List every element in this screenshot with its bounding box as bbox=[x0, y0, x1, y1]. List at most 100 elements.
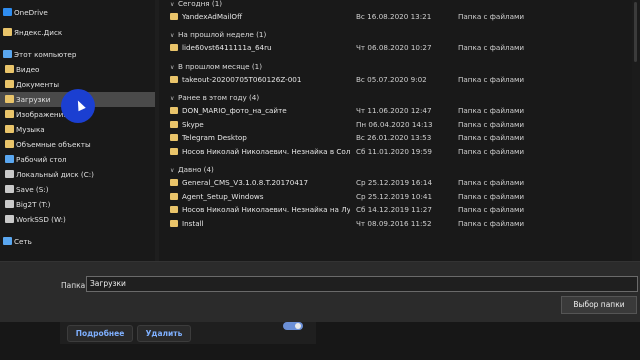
file-row[interactable]: Skype Пн 06.04.2020 14:13 Папка с файлами bbox=[160, 118, 630, 131]
sidebar-item[interactable]: Видео bbox=[0, 62, 155, 77]
network-icon bbox=[3, 237, 12, 245]
file-list-scrollbar[interactable] bbox=[632, 0, 640, 262]
video-folder-icon bbox=[5, 65, 14, 73]
sidebar-item-label: Изображения bbox=[16, 110, 68, 119]
file-name: lide60vst6411111a_64ru bbox=[182, 43, 272, 52]
file-row[interactable]: lide60vst6411111a_64ru Чт 06.08.2020 10:2… bbox=[160, 41, 630, 54]
file-name: Носов Николай Николаевич. Незнайка в Сол… bbox=[182, 146, 350, 156]
group-title: Давно (4) bbox=[178, 165, 214, 174]
file-type: Папка с файлами bbox=[458, 178, 525, 187]
sidebar-item[interactable]: Big2T (T:) bbox=[0, 197, 155, 212]
file-name: takeout-20200705T060126Z-001 bbox=[182, 75, 302, 84]
file-name: YandexAdMailOff bbox=[182, 12, 243, 21]
file-type: Папка с файлами bbox=[458, 133, 525, 142]
file-date: Сб 11.01.2020 19:59 bbox=[356, 146, 432, 156]
sidebar-item-label: Видео bbox=[16, 65, 40, 74]
folder-icon bbox=[170, 76, 178, 83]
navigation-scrollbar[interactable] bbox=[155, 0, 159, 262]
folder-icon bbox=[170, 206, 178, 213]
file-date: Чт 06.08.2020 10:27 bbox=[356, 43, 432, 52]
file-name: Skype bbox=[182, 119, 204, 129]
sidebar-item-label: Этот компьютер bbox=[14, 50, 77, 59]
sidebar-item-label: WorkSSD (W:) bbox=[16, 215, 66, 224]
toggle-knob bbox=[295, 323, 301, 329]
drive-icon bbox=[5, 200, 14, 208]
file-name: Install bbox=[182, 218, 204, 228]
sidebar-item[interactable]: Рабочий стол bbox=[0, 152, 155, 167]
desktop-folder-icon bbox=[5, 155, 14, 163]
file-date: Вс 16.08.2020 13:21 bbox=[356, 12, 432, 21]
dialog-footer: Папка: Загрузки Выбор папки bbox=[0, 262, 640, 322]
navigation-pane: OneDrive Яндекс.Диск Этот компьютер Видео До… bbox=[0, 0, 155, 262]
folder-icon bbox=[3, 28, 12, 36]
file-type: Папка с файлами bbox=[458, 43, 525, 52]
file-type: Папка с файлами bbox=[458, 119, 525, 129]
delete-button[interactable]: Удалить bbox=[137, 325, 191, 342]
sidebar-item[interactable]: WorkSSD (W:) bbox=[0, 212, 155, 227]
file-type: Папка с файлами bbox=[458, 75, 525, 84]
sidebar-item-label: Яндекс.Диск bbox=[14, 28, 63, 37]
file-list: ∨ Сегодня (1) YandexAdMailOff Вс 16.08.2020… bbox=[160, 0, 630, 262]
folder-icon bbox=[170, 120, 178, 128]
onedrive-icon bbox=[3, 8, 12, 16]
select-folder-button[interactable]: Выбор папки bbox=[561, 296, 637, 314]
3d-objects-folder-icon bbox=[5, 140, 14, 148]
file-row[interactable]: Носов Николай Николаевич. Незнайка на Лу… bbox=[160, 203, 630, 216]
group-title: На прошлой неделе (1) bbox=[178, 30, 267, 39]
file-name: DON_MARIO_фото_на_сайте bbox=[182, 106, 287, 115]
sidebar-item[interactable]: OneDrive bbox=[0, 5, 155, 20]
file-type: Папка с файлами bbox=[458, 146, 525, 156]
computer-icon bbox=[3, 50, 12, 58]
music-folder-icon bbox=[5, 125, 14, 133]
file-type: Папка с файлами bbox=[458, 12, 525, 21]
background-panel: Подробнее Удалить bbox=[60, 322, 316, 344]
background-app: Подробнее Удалить bbox=[0, 322, 640, 360]
folder-icon bbox=[170, 192, 178, 200]
folder-icon bbox=[170, 219, 178, 227]
sidebar-item-label: Сеть bbox=[14, 237, 32, 246]
group-title: В прошлом месяце (1) bbox=[178, 62, 263, 71]
sidebar-item-label: Big2T (T:) bbox=[16, 200, 51, 209]
group-title: Ранее в этом году (4) bbox=[178, 93, 260, 102]
folder-label: Папка: bbox=[61, 281, 88, 290]
file-row[interactable]: takeout-20200705T060126Z-001 Вс 05.07.202… bbox=[160, 73, 630, 86]
scrollbar-thumb[interactable] bbox=[634, 2, 637, 62]
more-button[interactable]: Подробнее bbox=[67, 325, 133, 342]
group-title: Сегодня (1) bbox=[178, 0, 223, 8]
sidebar-item[interactable]: Объемные объекты bbox=[0, 137, 155, 152]
sidebar-item-label: Локальный диск (C:) bbox=[16, 170, 94, 179]
file-row[interactable]: General_CMS_V3.1.0.8.T.20170417 Ср 25.12.… bbox=[160, 176, 630, 189]
file-name: General_CMS_V3.1.0.8.T.20170417 bbox=[182, 178, 309, 187]
toggle-switch[interactable] bbox=[283, 322, 303, 330]
file-date: Ср 25.12.2019 16:14 bbox=[356, 178, 433, 187]
folder-icon bbox=[170, 13, 178, 20]
folder-icon bbox=[170, 134, 178, 141]
file-row[interactable]: DON_MARIO_фото_на_сайте Чт 11.06.2020 12:… bbox=[160, 104, 630, 117]
file-type: Папка с файлами bbox=[458, 218, 525, 228]
file-row[interactable]: YandexAdMailOff Вс 16.08.2020 13:21 Папка … bbox=[160, 10, 630, 23]
file-row[interactable]: Install Чт 08.09.2016 11:52 Папка с файлам… bbox=[160, 217, 630, 230]
drive-icon bbox=[5, 185, 14, 193]
file-type: Папка с файлами bbox=[458, 191, 525, 201]
sidebar-item[interactable]: Этот компьютер bbox=[0, 47, 155, 62]
file-name: Agent_Setup_Windows bbox=[182, 191, 264, 201]
file-name: Telegram Desktop bbox=[182, 133, 247, 142]
file-date: Сб 14.12.2019 11:27 bbox=[356, 205, 432, 214]
file-date: Ср 25.12.2019 10:41 bbox=[356, 191, 433, 201]
sidebar-item[interactable]: Сеть bbox=[0, 234, 155, 249]
sidebar-item-label: Документы bbox=[16, 80, 60, 89]
sidebar-item[interactable]: Локальный диск (C:) bbox=[0, 167, 155, 182]
sidebar-item-label: Объемные объекты bbox=[16, 140, 91, 149]
file-row[interactable]: Telegram Desktop Вс 26.01.2020 13:53 Папка… bbox=[160, 131, 630, 144]
folder-name-input[interactable]: Загрузки bbox=[86, 276, 638, 292]
sidebar-item-label: Save (S:) bbox=[16, 185, 49, 194]
file-row[interactable]: Agent_Setup_Windows Ср 25.12.2019 10:41 Па… bbox=[160, 190, 630, 203]
file-date: Чт 11.06.2020 12:47 bbox=[356, 106, 432, 115]
folder-icon bbox=[170, 147, 178, 155]
downloads-folder-icon bbox=[5, 95, 14, 103]
sidebar-item[interactable]: Save (S:) bbox=[0, 182, 155, 197]
file-name: Носов Николай Николаевич. Незнайка на Лу… bbox=[182, 205, 350, 214]
file-row[interactable]: Носов Николай Николаевич. Незнайка в Сол… bbox=[160, 145, 630, 158]
sidebar-item[interactable]: Яндекс.Диск bbox=[0, 25, 155, 40]
sidebar-item[interactable]: Музыка bbox=[0, 122, 155, 137]
